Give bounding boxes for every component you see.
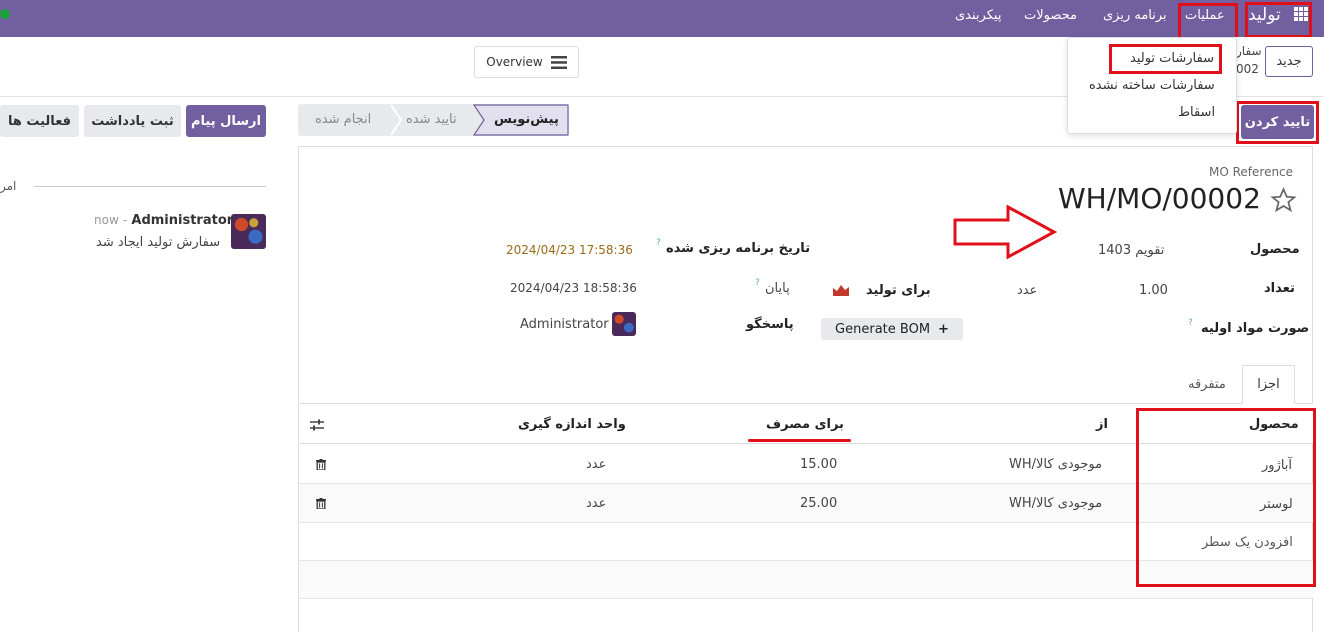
status-draft[interactable]: پیش‌نویس: [494, 112, 559, 127]
bom-help-icon[interactable]: ?: [1188, 318, 1193, 328]
mo-reference-title: WH/MO/00002: [1058, 182, 1261, 215]
responsible-avatar: [612, 312, 636, 336]
to-consume-underline: [748, 439, 851, 442]
forecast-chart-icon[interactable]: [833, 283, 849, 296]
author-avatar: [231, 214, 266, 249]
app-title-highlight: [1245, 2, 1312, 38]
responsible-value[interactable]: Administrator: [520, 317, 609, 332]
message-body: سفارش تولید ایجاد شد: [96, 235, 221, 250]
tab-components[interactable]: اجزا: [1242, 365, 1295, 404]
scheduled-date-value[interactable]: 2024/04/23 17:58:36: [506, 243, 633, 257]
log-note-button[interactable]: ثبت یادداشت: [84, 105, 181, 137]
delete-row-icon[interactable]: [316, 459, 326, 470]
confirm-button-highlight: [1236, 101, 1319, 144]
row2-qty[interactable]: 25.00: [800, 496, 837, 511]
dropdown-item-scrap[interactable]: اسقاط: [1178, 105, 1215, 120]
overview-label: Overview: [486, 55, 543, 69]
mo-reference-label: MO Reference: [1209, 165, 1294, 179]
new-button[interactable]: جدید: [1265, 46, 1313, 77]
status-confirmed[interactable]: تایید شده: [406, 112, 457, 127]
end-help-icon[interactable]: ?: [755, 278, 760, 288]
optional-columns-icon[interactable]: [310, 419, 324, 431]
dropdown-item-unbuild-orders[interactable]: سفارشات ساخته نشده: [1089, 78, 1215, 93]
row1-from[interactable]: WH/موجودی کالا: [1009, 457, 1102, 472]
menu-products[interactable]: محصولات: [1024, 8, 1077, 23]
menu-planning[interactable]: برنامه ریزی: [1103, 8, 1167, 23]
product-label: محصول: [1250, 242, 1300, 257]
row2-uom[interactable]: عدد: [586, 496, 606, 511]
breadcrumb-line2: 002: [1236, 62, 1259, 76]
plus-icon: +: [938, 321, 949, 337]
uom-value[interactable]: عدد: [1017, 283, 1037, 298]
status-done[interactable]: انجام شده: [315, 112, 371, 127]
hamburger-icon: [550, 55, 567, 69]
send-message-button[interactable]: ارسال پیام: [186, 105, 266, 137]
col-to-consume[interactable]: برای مصرف: [766, 417, 844, 432]
col-uom[interactable]: واحد اندازه گیری: [518, 417, 626, 432]
status-dot: [0, 9, 10, 19]
end-date-label: پایان: [765, 281, 790, 296]
end-date-value[interactable]: 2024/04/23 18:58:36: [510, 281, 637, 295]
row1-qty[interactable]: 15.00: [800, 457, 837, 472]
delete-row-icon[interactable]: [316, 498, 326, 509]
scheduled-help-icon[interactable]: ?: [656, 238, 661, 248]
generate-bom-button[interactable]: Generate BOM +: [821, 318, 963, 340]
message-dash: -: [122, 213, 128, 227]
tab-misc[interactable]: متفرقه: [1188, 377, 1226, 392]
row2-from[interactable]: WH/موجودی کالا: [1009, 496, 1102, 511]
breadcrumb-line1[interactable]: سفار: [1236, 44, 1262, 58]
menu-configuration[interactable]: پیکربندی: [955, 8, 1001, 23]
scheduled-date-label: تاریخ برنامه ریزی شده: [666, 241, 811, 256]
dropdown-item-highlight: [1109, 44, 1222, 74]
generate-bom-label: Generate BOM: [835, 321, 931, 337]
bom-label: صورت مواد اولیه: [1201, 321, 1310, 336]
row1-uom[interactable]: عدد: [586, 457, 606, 472]
product-column-highlight: [1136, 408, 1316, 587]
qty-label: تعداد: [1264, 281, 1295, 296]
tab-components-label: اجزا: [1257, 377, 1280, 392]
product-value[interactable]: تقویم 1403: [1098, 243, 1164, 258]
star-icon[interactable]: [1270, 187, 1297, 213]
chatter-separator: [34, 186, 266, 187]
annotation-arrow-icon: [953, 205, 1057, 259]
menu-operations-highlight: [1178, 3, 1238, 41]
activities-button[interactable]: فعالیت ها: [0, 105, 79, 137]
col-from[interactable]: از: [1096, 417, 1108, 432]
overview-button[interactable]: Overview: [474, 46, 579, 78]
responsible-label: پاسخگو: [746, 317, 794, 332]
message-time: now: [94, 213, 119, 227]
message-header: now - Administrator: [94, 213, 233, 228]
statusbar: پیش‌نویس تایید شده انجام شده: [298, 104, 569, 136]
chatter-date-label: امر: [0, 179, 17, 193]
message-author: Administrator: [131, 213, 234, 228]
qty-value[interactable]: 1.00: [1139, 283, 1168, 298]
to-produce-label: برای تولید: [866, 283, 931, 298]
